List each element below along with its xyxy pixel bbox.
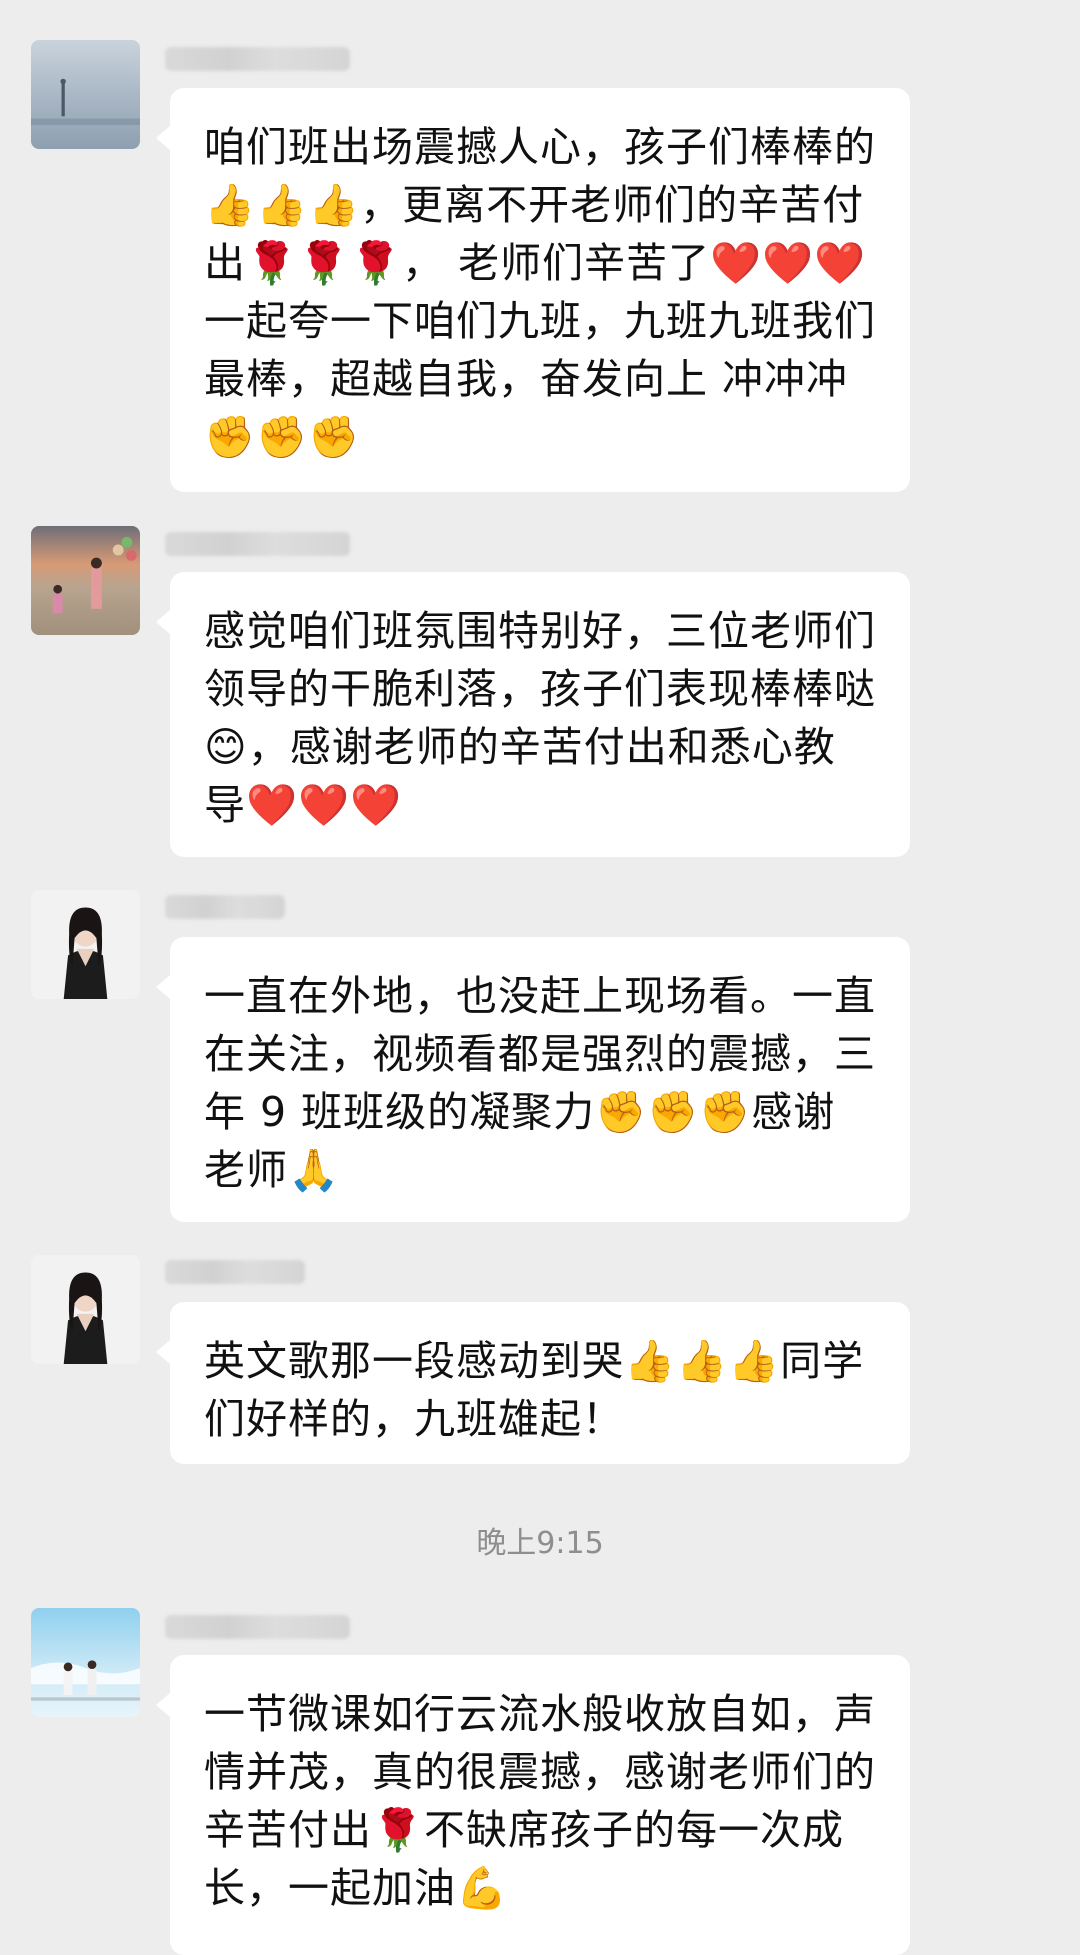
sender-name-blurred [165,47,350,71]
message-bubble: 一直在外地，也没赶上现场看。一直在关注，视频看都是强烈的震撼，三年 9 班班级的… [156,937,910,1222]
sender-name-blurred [165,895,285,919]
beach-family-avatar-icon[interactable] [31,526,140,635]
message-bubble: 感觉咱们班氛围特别好，三位老师们领导的干脆利落，孩子们表现棒棒哒😊，感谢老师的辛… [156,572,910,857]
sea-kids-avatar-icon[interactable] [31,1608,140,1717]
message-bubble: 一节微课如行云流水般收放自如，声情并茂，真的很震撼，感谢老师们的辛苦付出🌹不缺席… [156,1655,910,1955]
message-bubble: 咱们班出场震撼人心，孩子们棒棒的👍👍👍，更离不开老师们的辛苦付出🌹🌹🌹， 老师们… [156,88,910,492]
time-divider: 晚上9:15 [476,1526,604,1561]
woman-portrait-avatar-icon[interactable] [31,890,140,999]
chat-window: 咱们班出场震撼人心，孩子们棒棒的👍👍👍，更离不开老师们的辛苦付出🌹🌹🌹， 老师们… [0,0,1080,1955]
message-bubble: 英文歌那一段感动到哭👍👍👍同学们好样的，九班雄起！ [156,1302,910,1464]
lake-scene-avatar-icon[interactable] [31,40,140,149]
sender-name-blurred [165,532,350,556]
sender-name-blurred [165,1615,350,1639]
woman-portrait-avatar-icon[interactable] [31,1255,140,1364]
sender-name-blurred [165,1260,305,1284]
